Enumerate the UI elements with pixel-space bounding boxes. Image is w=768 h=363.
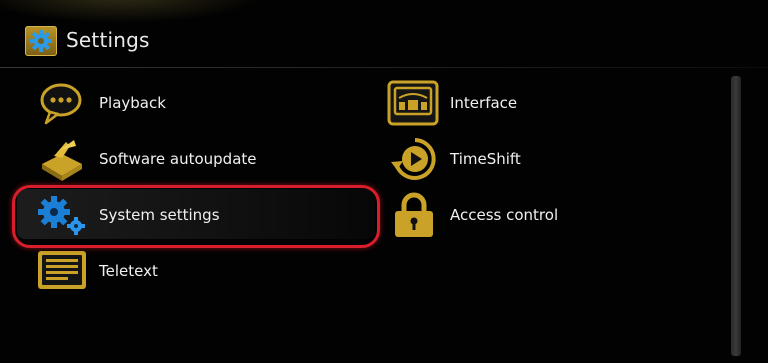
teletext-icon [36,248,90,294]
monitor-icon [387,80,441,126]
header-divider [0,67,768,68]
menu-item-label: Software autoupdate [99,150,257,168]
header: Settings [0,20,768,64]
timeshift-icon [387,136,441,182]
menu-item-label: Access control [450,206,559,224]
menu-item-label: Interface [450,94,518,112]
menu-item-teletext[interactable]: Teletext [36,248,356,294]
padlock-icon [387,192,441,238]
menu-item-system-settings[interactable]: System settings [36,192,356,238]
menu-item-label: System settings [99,206,220,224]
menu-item-label: Teletext [99,262,158,280]
page-title: Settings [66,28,150,52]
software-update-icon [36,136,90,182]
menu-item-label: Playback [99,94,166,112]
menu-item-interface[interactable]: Interface [387,80,707,126]
menu-item-playback[interactable]: Playback [36,80,356,126]
scrollbar[interactable] [731,76,741,356]
menu-item-software-autoupdate[interactable]: Software autoupdate [36,136,356,182]
settings-screen: Settings Playback Software autoupdate Sy… [0,0,768,363]
menu-item-access-control[interactable]: Access control [387,192,707,238]
gears-icon [36,192,90,238]
gear-icon [25,26,57,56]
menu-item-timeshift[interactable]: TimeShift [387,136,707,182]
menu-item-label: TimeShift [450,150,521,168]
speech-bubble-icon [36,80,90,126]
